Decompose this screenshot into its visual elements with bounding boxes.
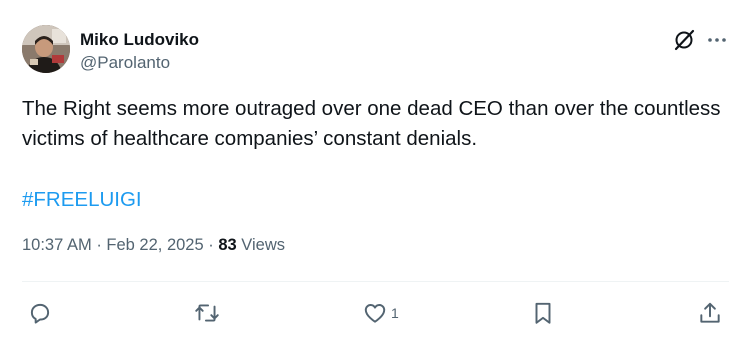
hashtag-link[interactable]: #FREELUIGI [22,185,142,215]
heart-icon [364,304,386,323]
bookmark-icon [535,302,551,324]
reply-icon [30,303,50,324]
tweet-text: The Right seems more outraged over one d… [22,97,721,150]
author-display-name[interactable]: Miko Ludoviko [80,30,199,50]
meta-separator: · [96,236,102,254]
share-button[interactable] [697,300,723,326]
avatar[interactable] [22,25,70,73]
tweet-meta: 10:37 AM · Feb 22, 2025 · 83 Views [22,236,285,255]
more-icon[interactable] [705,28,729,52]
like-button[interactable]: 1 [362,300,399,326]
author-handle[interactable]: @Parolanto [80,53,170,73]
grok-icon[interactable] [672,28,696,52]
like-count: 1 [391,305,399,321]
tweet-card: Miko Ludoviko @Parolanto The Right seems… [0,0,749,343]
divider [22,281,729,282]
tweet-date[interactable]: Feb 22, 2025 [106,236,203,254]
share-icon [700,302,720,323]
profile-photo-icon [22,25,70,73]
views-label: Views [241,236,286,254]
tweet-time[interactable]: 10:37 AM [22,236,92,254]
bookmark-button[interactable] [530,300,556,326]
meta-separator: · [208,236,214,254]
retweet-icon [195,304,219,322]
reply-button[interactable] [27,300,53,326]
views-count: 83 [218,236,237,254]
retweet-button[interactable] [193,300,221,326]
